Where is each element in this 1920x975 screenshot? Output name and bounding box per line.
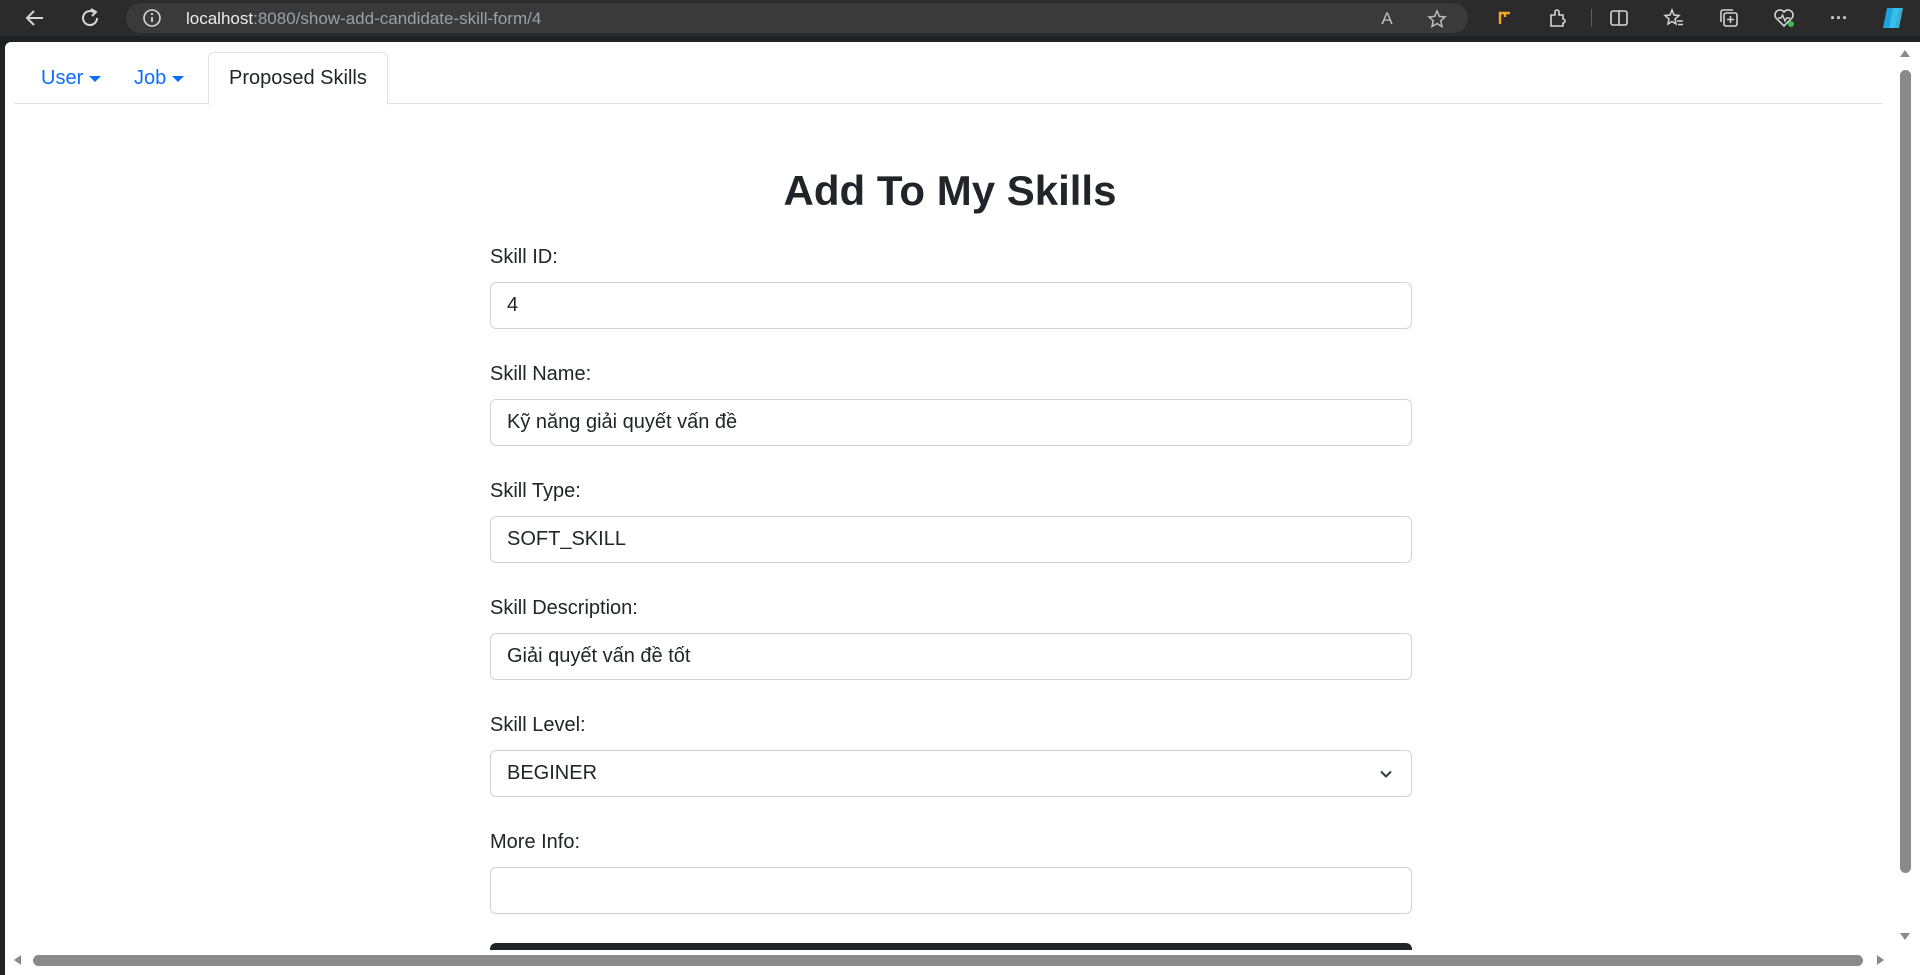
extensions-icon[interactable] xyxy=(1545,5,1571,31)
skill-level-label: Skill Level: xyxy=(490,714,586,736)
tab-proposed-skills-label: Proposed Skills xyxy=(229,67,367,89)
tab-user-label: User xyxy=(41,67,84,89)
skill-name-label: Skill Name: xyxy=(490,363,592,385)
caret-down-icon xyxy=(89,75,102,82)
scroll-down-arrow-icon[interactable] xyxy=(1900,933,1910,940)
copilot-icon[interactable] xyxy=(1878,3,1908,33)
info-icon[interactable] xyxy=(142,8,162,28)
scroll-left-arrow-icon[interactable] xyxy=(14,955,21,965)
toolbar-divider xyxy=(1591,9,1592,27)
page-viewport: User Job Proposed Skills Add To My Skill… xyxy=(5,42,1905,975)
reload-icon[interactable] xyxy=(72,0,108,36)
horizontal-scroll-thumb[interactable] xyxy=(33,955,1863,966)
favorite-star-icon[interactable] xyxy=(1426,8,1448,30)
skill-type-label: Skill Type: xyxy=(490,480,581,502)
favorites-icon[interactable] xyxy=(1661,5,1687,31)
scroll-up-arrow-icon[interactable] xyxy=(1900,50,1910,57)
caret-down-icon xyxy=(172,75,185,82)
nav-tabs: User Job Proposed Skills xyxy=(14,52,1883,105)
skill-level-selected: BEGINER xyxy=(507,762,598,784)
more-glyph: ··· xyxy=(1830,7,1848,28)
scroll-right-arrow-icon[interactable] xyxy=(1877,955,1884,965)
tab-job-label: Job xyxy=(134,67,167,89)
browser-toolbar: localhost:8080/show-add-candidate-skill-… xyxy=(0,0,1920,36)
skill-description-label: Skill Description: xyxy=(490,597,638,619)
tab-job[interactable]: Job xyxy=(134,52,185,105)
address-bar[interactable]: localhost:8080/show-add-candidate-skill-… xyxy=(126,3,1468,33)
more-icon[interactable]: ··· xyxy=(1826,5,1852,31)
skill-id-label: Skill ID: xyxy=(490,246,558,268)
collections-icon[interactable] xyxy=(1716,5,1742,31)
skill-type-input[interactable]: SOFT_SKILL xyxy=(490,516,1412,563)
tab-proposed-skills[interactable]: Proposed Skills xyxy=(208,52,388,105)
page-title: Add To My Skills xyxy=(783,167,1117,214)
url-host: localhost xyxy=(186,9,254,28)
more-info-input[interactable] xyxy=(490,867,1412,914)
back-icon[interactable] xyxy=(17,0,53,36)
url-text[interactable]: localhost:8080/show-add-candidate-skill-… xyxy=(186,9,541,29)
chevron-down-icon xyxy=(1380,770,1392,778)
read-aloud-glyph: A xyxy=(1381,9,1393,28)
tab-user[interactable]: User xyxy=(41,52,102,105)
skill-id-input[interactable]: 4 xyxy=(490,282,1412,329)
skill-level-select[interactable]: BEGINER xyxy=(490,750,1412,797)
split-screen-icon[interactable] xyxy=(1606,5,1632,31)
read-aloud-icon[interactable]: A xyxy=(1376,8,1398,30)
toolbar-extension-icon[interactable] xyxy=(1492,5,1518,31)
skill-description-input[interactable]: Giải quyết vấn đề tốt xyxy=(490,633,1412,680)
skill-name-input[interactable]: Kỹ năng giải quyết vấn đề xyxy=(490,399,1412,446)
vertical-scroll-thumb[interactable] xyxy=(1900,70,1911,873)
browser-essentials-icon[interactable] xyxy=(1771,5,1797,31)
url-path: :8080/show-add-candidate-skill-form/4 xyxy=(253,9,542,28)
more-info-label: More Info: xyxy=(490,831,581,853)
